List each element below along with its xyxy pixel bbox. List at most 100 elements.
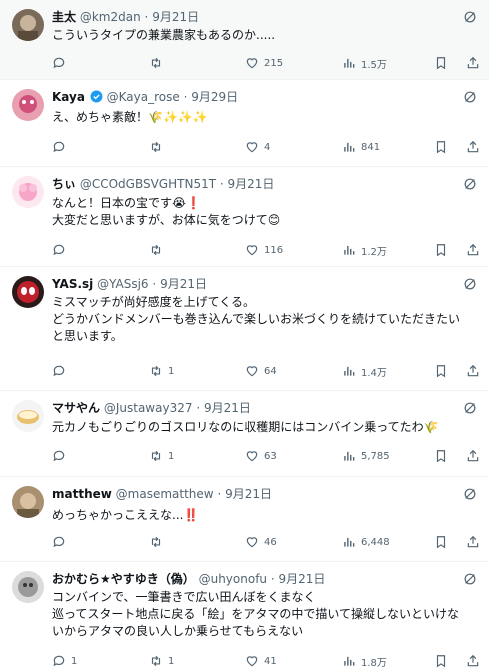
verified-badge-icon xyxy=(90,90,103,103)
post-date[interactable]: 9月21日 xyxy=(160,277,207,291)
reply-button[interactable] xyxy=(52,534,71,550)
post-text: 元カノもごりごりのゴスロリなのに収穫期にはコンバイン乗ってたわ🌾 xyxy=(52,419,477,436)
action-bar: 4 841 xyxy=(52,139,481,155)
user-handle[interactable]: @uhyonofu xyxy=(199,572,267,586)
share-button[interactable] xyxy=(466,55,480,71)
post-text-line: ミスマッチが尚好感度を上げてくる。 xyxy=(52,295,256,309)
reply-icon xyxy=(53,141,65,153)
avatar[interactable] xyxy=(12,176,44,208)
post[interactable]: matthew @masematthew · 9月21日 めっちゃかっこええな.… xyxy=(0,477,489,562)
grok-icon[interactable] xyxy=(463,90,477,104)
like-button[interactable]: 64 xyxy=(245,363,277,379)
retweet-button[interactable]: 1 xyxy=(149,448,174,464)
grok-icon[interactable] xyxy=(463,177,477,191)
post-text-line: めっちゃかっこええな...‼️ xyxy=(52,508,199,522)
reply-button[interactable]: 1 xyxy=(52,653,77,669)
user-handle[interactable]: @YASsj6 xyxy=(97,277,148,291)
like-button[interactable]: 63 xyxy=(245,448,277,464)
post-header: おかむら★やすゆき（偽） @uhyonofu · 9月21日 xyxy=(52,571,449,587)
avatar[interactable] xyxy=(12,89,44,121)
post[interactable]: マサやん @Justaway327 · 9月21日 元カノもごりごりのゴスロリな… xyxy=(0,391,489,477)
display-name[interactable]: matthew xyxy=(52,487,112,501)
retweet-button[interactable]: 1 xyxy=(149,363,174,379)
bookmark-button[interactable] xyxy=(434,448,448,464)
views-button[interactable]: 1.2万 xyxy=(342,242,387,258)
avatar[interactable] xyxy=(12,276,44,308)
bookmark-button[interactable] xyxy=(434,139,448,155)
display-name[interactable]: Kaya xyxy=(52,90,85,104)
user-handle[interactable]: @Kaya_rose xyxy=(107,90,180,104)
post-date[interactable]: 9月21日 xyxy=(204,401,251,415)
post-date[interactable]: 9月21日 xyxy=(152,10,199,24)
display-name[interactable]: マサやん xyxy=(52,401,100,415)
avatar[interactable] xyxy=(12,9,44,41)
display-name[interactable]: 圭太 xyxy=(52,10,76,24)
user-handle[interactable]: @Justaway327 xyxy=(104,401,193,415)
like-button[interactable]: 46 xyxy=(245,534,277,550)
user-handle[interactable]: @CCOdGBSVGHTN51T xyxy=(80,177,216,191)
share-button[interactable] xyxy=(466,534,480,550)
bookmark-icon xyxy=(436,536,446,549)
display-name[interactable]: おかむら★やすゆき（偽） xyxy=(52,572,195,586)
grok-icon[interactable] xyxy=(463,10,477,24)
view-count: 841 xyxy=(361,141,381,153)
display-name[interactable]: ちぃ xyxy=(52,177,76,191)
retweet-button[interactable]: 1 xyxy=(149,653,174,669)
share-button[interactable] xyxy=(466,448,480,464)
like-button[interactable]: 116 xyxy=(245,242,283,258)
like-button[interactable]: 41 xyxy=(245,653,277,669)
bookmark-button[interactable] xyxy=(434,55,448,71)
share-button[interactable] xyxy=(466,653,480,669)
reply-button[interactable] xyxy=(52,242,71,258)
views-button[interactable]: 841 xyxy=(342,139,380,155)
post-date[interactable]: 9月29日 xyxy=(191,90,238,104)
like-button[interactable]: 4 xyxy=(245,139,270,155)
post[interactable]: ちぃ @CCOdGBSVGHTN51T · 9月21日 なんと！日本の宝です😭❗… xyxy=(0,167,489,267)
like-button[interactable]: 215 xyxy=(245,55,283,71)
reply-button[interactable] xyxy=(52,139,71,155)
post-date[interactable]: 9月21日 xyxy=(228,177,275,191)
post[interactable]: YAS.sj @YASsj6 · 9月21日 ミスマッチが尚好感度を上げてくる。… xyxy=(0,267,489,391)
display-name[interactable]: YAS.sj xyxy=(52,277,93,291)
like-count: 46 xyxy=(264,536,277,548)
views-button[interactable]: 6,448 xyxy=(342,534,390,550)
retweet-button[interactable] xyxy=(149,534,168,550)
post-date[interactable]: 9月21日 xyxy=(225,487,272,501)
views-button[interactable]: 1.8万 xyxy=(342,653,387,669)
bookmark-button[interactable] xyxy=(434,363,448,379)
avatar[interactable] xyxy=(12,400,44,432)
bookmark-button[interactable] xyxy=(434,242,448,258)
post[interactable]: おかむら★やすゆき（偽） @uhyonofu · 9月21日 コンバインで、一筆… xyxy=(0,562,489,672)
view-count: 1.8万 xyxy=(361,657,387,669)
post-date[interactable]: 9月21日 xyxy=(279,572,326,586)
grok-icon[interactable] xyxy=(463,401,477,415)
retweet-button[interactable] xyxy=(149,242,168,258)
grok-icon[interactable] xyxy=(463,487,477,501)
action-bar: 1 1 41 1.8万 xyxy=(52,653,481,669)
retweet-button[interactable] xyxy=(149,139,168,155)
views-button[interactable]: 5,785 xyxy=(342,448,390,464)
reply-button[interactable] xyxy=(52,448,71,464)
views-button[interactable]: 1.5万 xyxy=(342,55,387,71)
bookmark-button[interactable] xyxy=(434,534,448,550)
grok-icon[interactable] xyxy=(463,277,477,291)
grok-icon[interactable] xyxy=(463,572,477,586)
retweet-button[interactable] xyxy=(149,55,168,71)
avatar[interactable] xyxy=(12,486,44,518)
share-button[interactable] xyxy=(466,363,480,379)
share-button[interactable] xyxy=(466,139,480,155)
user-handle[interactable]: @masematthew xyxy=(116,487,214,501)
reply-button[interactable] xyxy=(52,55,71,71)
views-button[interactable]: 1.4万 xyxy=(342,363,387,379)
bookmark-button[interactable] xyxy=(434,653,448,669)
post[interactable]: Kaya @Kaya_rose · 9月29日 え、めちゃ素敵！🌾✨✨✨ 4 8… xyxy=(0,80,489,167)
share-button[interactable] xyxy=(466,242,480,258)
post-text: え、めちゃ素敵！🌾✨✨✨ xyxy=(52,109,477,126)
post[interactable]: 圭太 @km2dan · 9月21日 こういうタイプの兼業農家もあるのか....… xyxy=(0,0,489,80)
user-handle[interactable]: @km2dan xyxy=(80,10,141,24)
separator-dot: · xyxy=(219,177,224,191)
views-icon xyxy=(344,142,355,152)
share-icon xyxy=(467,56,479,69)
reply-button[interactable] xyxy=(52,363,71,379)
avatar[interactable] xyxy=(12,571,44,603)
